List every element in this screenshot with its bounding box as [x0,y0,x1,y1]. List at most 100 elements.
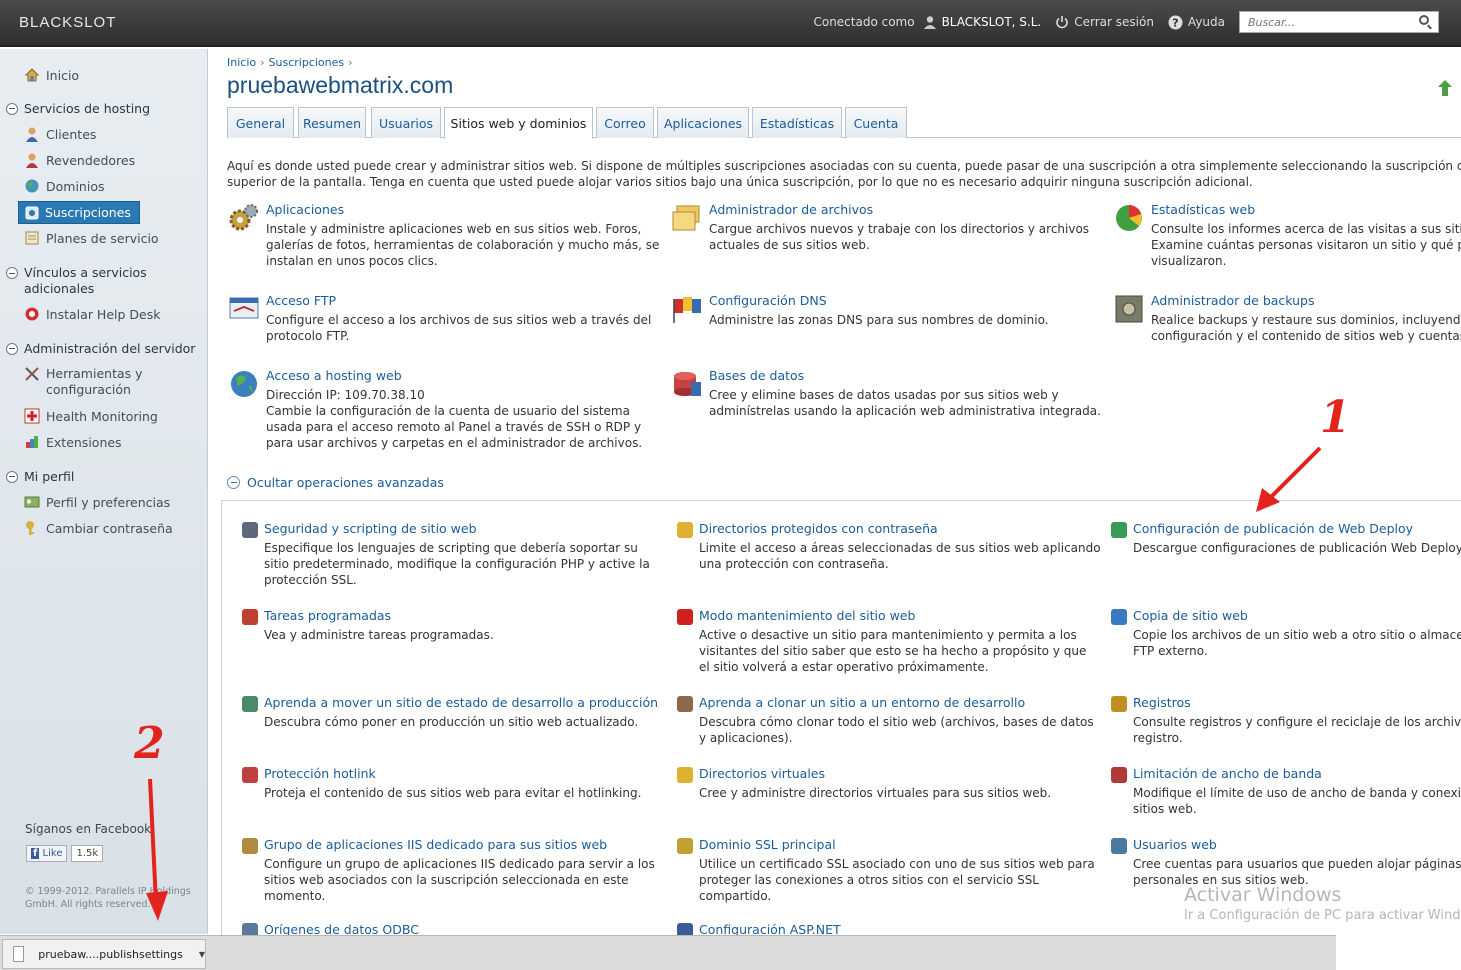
tool-title[interactable]: Acceso a hosting web [266,368,402,383]
tab-applications[interactable]: Aplicaciones [657,107,749,138]
advanced-item-title[interactable]: Copia de sitio web [1133,608,1248,623]
advanced-item-title[interactable]: Tareas programadas [264,608,391,623]
advanced-item-title[interactable]: Dominio SSL principal [699,837,836,852]
breadcrumb-subscriptions[interactable]: Suscripciones [269,56,345,69]
search-input[interactable] [1239,11,1439,33]
sidebar-item-tools-settings[interactable]: Herramientas y configuración [24,366,176,398]
advanced-item-title[interactable]: Orígenes de datos ODBC [264,922,419,935]
tab-mail[interactable]: Correo [596,107,654,138]
tab-general[interactable]: General [227,107,294,138]
sidebar-item-clients[interactable]: Clientes [24,126,96,142]
tab-statistics[interactable]: Estadísticas [752,107,842,138]
sidebar-item-home[interactable]: Inicio [24,67,79,83]
advanced-item-clone-house[interactable]: Aprenda a clonar un sitio a un entorno d… [677,695,1097,765]
advanced-item-web-deploy[interactable]: Configuración de publicación de Web Depl… [1111,521,1461,591]
advanced-item-title[interactable]: Seguridad y scripting de sitio web [264,521,477,536]
advanced-item-bandwidth[interactable]: Limitación de ancho de banda Modifique el… [1111,766,1461,836]
advanced-item-folder[interactable]: Directorios virtuales Cree y administre d… [677,766,1097,836]
advanced-item-no-entry[interactable]: Modo mantenimiento del sitio web Active o… [677,608,1097,678]
advanced-item-title[interactable]: Limitación de ancho de banda [1133,766,1322,781]
advanced-item-description: Consulte registros y configure el recicl… [1133,715,1461,745]
collapse-icon[interactable] [6,267,18,279]
tool-backup-manager[interactable]: Administrador de backups Realice backups… [1113,293,1461,348]
tool-file-manager[interactable]: Administrador de archivos Cargue archivo… [671,202,1101,262]
no-entry-icon [677,609,693,625]
advanced-item-title[interactable]: Configuración de publicación de Web Depl… [1133,521,1413,536]
tool-dns-settings[interactable]: Configuración DNS Administre las zonas D… [671,293,1101,338]
tool-title[interactable]: Aplicaciones [266,202,344,217]
collapse-icon[interactable] [6,470,18,483]
sidebar-item-profile[interactable]: Perfil y preferencias [24,494,170,510]
sidebar-item-subscriptions[interactable]: Suscripciones [18,201,140,224]
tool-title[interactable]: Administrador de backups [1151,293,1315,308]
sidebar-item-service-plans[interactable]: Planes de servicio [24,230,159,246]
tool-title[interactable]: Estadísticas web [1151,202,1255,217]
tool-title[interactable]: Administrador de archivos [709,202,873,217]
user-menu[interactable]: BLACKSLOT, S.L. [923,15,1041,29]
logout-link[interactable]: Cerrar sesión [1055,15,1154,29]
sidebar-item-change-password[interactable]: Cambiar contraseña [24,520,173,536]
advanced-item-log[interactable]: Registros Consulte registros y configure … [1111,695,1461,765]
section-title: Mi perfil [24,469,75,484]
tool-ftp-access[interactable]: Acceso FTP Configure el acceso a los arc… [228,293,658,348]
annotation-arrow-2 [146,778,168,921]
sidebar-item-resellers[interactable]: Revendedores [24,152,135,168]
tool-web-statistics[interactable]: Estadísticas web Consulte los informes a… [1113,202,1461,272]
tool-title[interactable]: Acceso FTP [266,293,336,308]
advanced-item-title[interactable]: Aprenda a mover un sitio de estado de de… [264,695,658,710]
advanced-item-aspnet[interactable]: Configuración ASP.NET [677,922,1097,935]
brand-logo[interactable]: BLACKSLOT [19,14,116,31]
collapse-icon[interactable] [6,342,18,355]
advanced-item-title[interactable]: Configuración ASP.NET [699,922,841,935]
section-my-profile[interactable]: Mi perfil [6,469,74,484]
hide-advanced-toggle[interactable]: Ocultar operaciones avanzadas [227,475,444,490]
advanced-item-move-site[interactable]: Aprenda a mover un sitio de estado de de… [242,695,662,765]
advanced-item-locked-folder[interactable]: Directorios protegidos con contraseña Lim… [677,521,1101,591]
tool-title[interactable]: Configuración DNS [709,293,827,308]
advanced-item-title[interactable]: Directorios virtuales [699,766,825,781]
bandwidth-icon [1111,767,1127,783]
advanced-item-description: Descubra cómo clonar todo el sitio web (… [699,715,1094,745]
tool-description: Consulte los informes acerca de las visi… [1151,222,1461,268]
sidebar-item-extensions[interactable]: Extensiones [24,434,122,450]
advanced-item-app-pool[interactable]: Grupo de aplicaciones IIS dedicado para … [242,837,662,907]
up-level-icon[interactable] [1438,80,1452,96]
facebook-like-button[interactable]: f Like [26,845,68,862]
advanced-item-title[interactable]: Modo mantenimiento del sitio web [699,608,915,623]
sidebar-item-health-monitoring[interactable]: Health Monitoring [24,408,158,424]
advanced-item-title[interactable]: Grupo de aplicaciones IIS dedicado para … [264,837,607,852]
help-link[interactable]: ? Ayuda [1168,15,1225,30]
advanced-item-copy[interactable]: Copia de sitio web Copie los archivos de … [1111,608,1461,678]
section-hosting-services[interactable]: Servicios de hosting [6,101,150,116]
advanced-item-title[interactable]: Directorios protegidos con contraseña [699,521,938,536]
tab-users[interactable]: Usuarios [371,107,441,138]
advanced-item-sliders[interactable]: Seguridad y scripting de sitio web Especi… [242,521,662,591]
advanced-item-title[interactable]: Usuarios web [1133,837,1217,852]
advanced-item-title[interactable]: Registros [1133,695,1191,710]
section-server-admin[interactable]: Administración del servidor [6,341,195,356]
collapse-icon[interactable] [6,102,18,115]
tool-title[interactable]: Bases de datos [709,368,804,383]
advanced-item-odbc[interactable]: Orígenes de datos ODBC [242,922,662,935]
download-item[interactable]: pruebaw....publishsettings ▼ [2,939,206,969]
advanced-item-shield[interactable]: Protección hotlink Proteja el contenido d… [242,766,662,836]
section-additional-services[interactable]: Vínculos a servicios adicionales [6,265,174,297]
search-icon[interactable] [1419,15,1429,25]
tool-databases[interactable]: Bases de datos Cree y elimine bases de d… [671,368,1101,423]
advanced-item-title[interactable]: Aprenda a clonar un sitio a un entorno d… [699,695,1025,710]
sidebar-item-label: Instalar Help Desk [46,306,161,322]
advanced-item-calendar[interactable]: Tareas programadas Vea y administre tarea… [242,608,662,678]
tab-account[interactable]: Cuenta [845,107,907,138]
tab-summary[interactable]: Resumen [298,107,366,138]
sidebar-item-domains[interactable]: Dominios [24,178,104,194]
facebook-label: Síganos en Facebook [25,822,152,836]
advanced-item-ssl-lock[interactable]: Dominio SSL principal Utilice un certific… [677,837,1097,907]
tool-web-hosting-access[interactable]: Acceso a hosting web Dirección IP: 109.7… [228,368,658,453]
tab-websites-domains[interactable]: Sitios web y dominios [444,107,593,139]
tool-applications[interactable]: Aplicaciones Instale y administre aplica… [228,202,659,272]
tool-description: Cree y elimine bases de datos usadas por… [709,388,1101,418]
breadcrumb-home[interactable]: Inicio [227,56,256,69]
chevron-down-icon[interactable]: ▼ [199,950,205,959]
advanced-item-title[interactable]: Protección hotlink [264,766,376,781]
sidebar-item-help-desk[interactable]: Instalar Help Desk [24,306,160,322]
